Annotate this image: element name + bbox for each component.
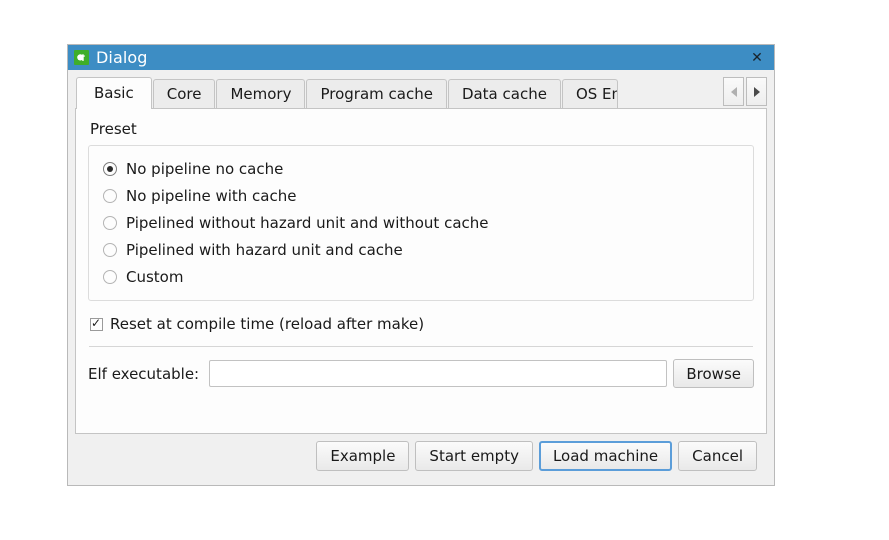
tabbar: Basic Core Memory Program cache Data cac… [75, 76, 767, 109]
tab-label: OS Emulation [575, 85, 617, 103]
preset-option-no-pipeline-with-cache[interactable]: No pipeline with cache [99, 182, 743, 209]
reset-at-compile-time-label: Reset at compile time (reload after make… [110, 315, 425, 333]
preset-option-no-pipeline-no-cache[interactable]: No pipeline no cache [99, 155, 743, 182]
close-icon[interactable]: ✕ [749, 50, 765, 66]
example-button[interactable]: Example [316, 441, 410, 471]
tab-program-cache[interactable]: Program cache [306, 79, 447, 108]
tab-label: Core [166, 85, 202, 103]
preset-group-label: Preset [90, 120, 137, 138]
checkbox-icon [90, 316, 103, 331]
start-empty-button[interactable]: Start empty [415, 441, 533, 471]
tab-core[interactable]: Core [152, 79, 216, 108]
chevron-left-icon [730, 86, 737, 97]
preset-option-label: Pipelined with hazard unit and cache [126, 240, 403, 259]
tab-label: Memory [230, 85, 292, 103]
tab-label: Program cache [320, 85, 433, 103]
chevron-right-icon [753, 86, 760, 97]
reset-at-compile-time-checkbox[interactable]: Reset at compile time (reload after make… [88, 309, 754, 339]
dialog-button-bar: Example Start empty Load machine Cancel [75, 434, 767, 478]
titlebar: Dialog ✕ [68, 45, 774, 70]
tab-os-emulation[interactable]: OS Emulation [561, 79, 618, 108]
tab-data-cache[interactable]: Data cache [447, 79, 561, 108]
tab-scroll-left-button[interactable] [723, 77, 744, 106]
tab-label: Basic [94, 84, 134, 102]
browse-button[interactable]: Browse [673, 359, 754, 388]
cancel-button[interactable]: Cancel [678, 441, 757, 471]
radio-icon [103, 242, 117, 257]
tab-widget: Basic Core Memory Program cache Data cac… [75, 76, 767, 434]
tab-scroll-buttons [723, 77, 767, 106]
window-title: Dialog [96, 47, 148, 67]
elf-executable-input[interactable] [209, 360, 668, 387]
elf-executable-label: Elf executable: [88, 364, 200, 383]
preset-radio-group: No pipeline no cache No pipeline with ca… [88, 145, 754, 301]
load-machine-button[interactable]: Load machine [538, 441, 673, 471]
machine-config-dialog: Dialog ✕ Basic Core Memory Program cache [67, 44, 775, 486]
radio-icon [103, 215, 117, 230]
tab-basic[interactable]: Basic [76, 77, 152, 109]
radio-icon [103, 161, 117, 176]
preset-option-label: Custom [126, 267, 184, 286]
preset-option-label: No pipeline no cache [126, 159, 284, 178]
qt-logo-icon [74, 50, 89, 65]
preset-option-pipelined-hazard-cache[interactable]: Pipelined with hazard unit and cache [99, 236, 743, 263]
tab-scroll-right-button[interactable] [746, 77, 767, 106]
preset-option-label: No pipeline with cache [126, 186, 297, 205]
elf-executable-row: Elf executable: Browse [88, 359, 754, 388]
preset-option-pipelined-no-hazard-no-cache[interactable]: Pipelined without hazard unit and withou… [99, 209, 743, 236]
tab-label: Data cache [461, 85, 547, 103]
preset-option-custom[interactable]: Custom [99, 263, 743, 290]
radio-icon [103, 188, 117, 203]
tab-panel-basic: Preset No pipeline no cache No pipeline … [75, 108, 767, 434]
divider [89, 346, 753, 347]
radio-icon [103, 269, 117, 284]
preset-option-label: Pipelined without hazard unit and withou… [126, 213, 489, 232]
tab-memory[interactable]: Memory [216, 79, 306, 108]
dialog-body: Basic Core Memory Program cache Data cac… [68, 70, 774, 485]
